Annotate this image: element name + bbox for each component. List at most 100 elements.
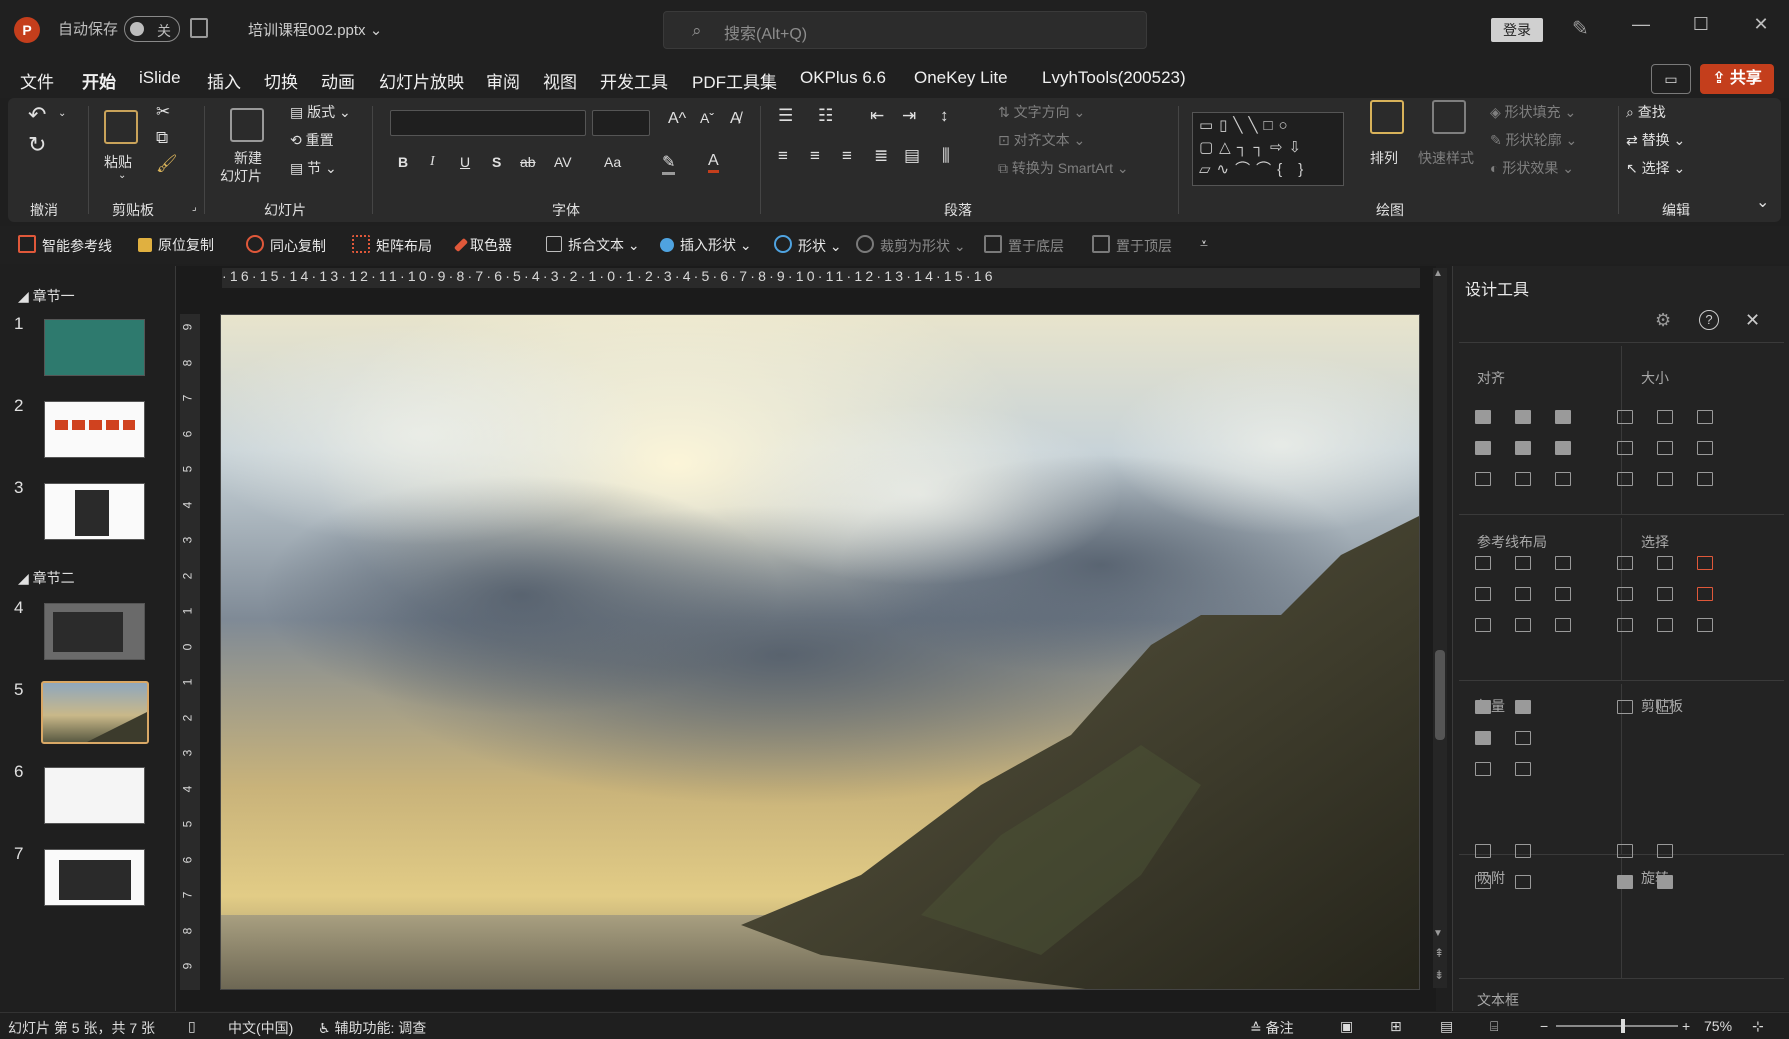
guide-tool-icon[interactable] bbox=[1515, 618, 1531, 632]
align-tool-icon[interactable] bbox=[1555, 441, 1571, 455]
rotate-tool-icon[interactable] bbox=[1617, 875, 1633, 889]
autosave-toggle[interactable]: 关 bbox=[124, 16, 180, 42]
columns-icon[interactable]: ⫼ bbox=[942, 146, 950, 166]
current-slide[interactable] bbox=[220, 314, 1420, 990]
snap-tool-icon[interactable] bbox=[1515, 844, 1531, 858]
language-indicator[interactable]: 中文(中国) bbox=[228, 1018, 293, 1038]
strikethrough-button[interactable]: ab bbox=[520, 154, 536, 170]
select-tool-icon[interactable] bbox=[1657, 618, 1673, 632]
share-button[interactable]: ⇪ 共享 bbox=[1700, 64, 1774, 94]
prev-slide-icon[interactable]: ⇞ bbox=[1434, 946, 1444, 960]
zoom-in-icon[interactable]: + bbox=[1682, 1018, 1690, 1034]
copy-icon[interactable]: ⧉ bbox=[156, 128, 168, 148]
cut-icon[interactable]: ✂ bbox=[156, 102, 170, 122]
arrange-icon[interactable] bbox=[1370, 100, 1404, 134]
tab-islide[interactable]: iSlide bbox=[139, 68, 181, 88]
guide-tool-icon[interactable] bbox=[1555, 587, 1571, 601]
snap-tool-icon[interactable] bbox=[1515, 875, 1531, 889]
font-name-input[interactable] bbox=[390, 110, 586, 136]
slide-thumbnail-4[interactable] bbox=[44, 603, 145, 660]
select-button[interactable]: ↖ 选择 ⌄ bbox=[1626, 158, 1685, 178]
toolbar-more-icon[interactable]: ⩡ bbox=[1200, 235, 1208, 252]
duplicate-in-place-button[interactable]: 原位复制 bbox=[138, 235, 214, 255]
shapes-gallery[interactable]: ▭▯╲╲□○ ▢△┐┐⇨⇩ ▱∿⌒⌒{ } bbox=[1192, 112, 1344, 186]
color-picker-button[interactable]: 取色器 bbox=[453, 235, 512, 255]
guide-tool-icon[interactable] bbox=[1515, 587, 1531, 601]
reading-view-icon[interactable]: ▤ bbox=[1440, 1018, 1453, 1035]
snap-tool-icon[interactable] bbox=[1475, 844, 1491, 858]
underline-button[interactable]: U bbox=[460, 154, 470, 170]
align-right-icon[interactable]: ≡ bbox=[842, 146, 852, 166]
document-filename[interactable]: 培训课程002.pptx ⌄ bbox=[248, 19, 382, 40]
redo-icon[interactable]: ↻ bbox=[28, 132, 46, 158]
search-input[interactable]: ⌕ 搜索(Alt+Q) bbox=[663, 11, 1147, 49]
size-tool-icon[interactable] bbox=[1657, 441, 1673, 455]
tab-view[interactable]: 视图 bbox=[543, 68, 577, 93]
format-painter-icon[interactable]: 🖌 bbox=[156, 154, 178, 174]
bold-button[interactable]: B bbox=[398, 154, 408, 170]
guide-tool-icon[interactable] bbox=[1555, 618, 1571, 632]
save-icon[interactable] bbox=[190, 18, 208, 38]
spellcheck-icon[interactable]: ▯ bbox=[188, 1018, 196, 1035]
rotate-tool-icon[interactable] bbox=[1617, 844, 1633, 858]
zoom-out-icon[interactable]: − bbox=[1540, 1018, 1548, 1034]
insert-shape-button[interactable]: 插入形状 ⌄ bbox=[660, 235, 752, 255]
help-icon[interactable]: ? bbox=[1699, 310, 1719, 330]
decrease-font-icon[interactable]: Aˇ bbox=[700, 110, 714, 126]
slide-thumbnail-7[interactable] bbox=[44, 849, 145, 906]
snap-tool-icon[interactable] bbox=[1475, 875, 1491, 889]
align-tool-icon[interactable] bbox=[1515, 441, 1531, 455]
crop-to-shape-button[interactable]: 裁剪为形状 ⌄ bbox=[856, 235, 966, 256]
clipboard-tool-icon[interactable] bbox=[1617, 700, 1633, 714]
section-button[interactable]: ▤ 节 ⌄ bbox=[290, 158, 337, 178]
tab-transitions[interactable]: 切换 bbox=[264, 68, 298, 93]
align-center-icon[interactable]: ≡ bbox=[810, 146, 820, 166]
slide-thumbnail-6[interactable] bbox=[44, 767, 145, 824]
normal-view-icon[interactable]: ▣ bbox=[1340, 1018, 1353, 1035]
bring-to-front-button[interactable]: 置于顶层 bbox=[1092, 235, 1172, 256]
size-tool-icon[interactable] bbox=[1617, 472, 1633, 486]
slide-thumbnail-1[interactable] bbox=[44, 319, 145, 376]
next-slide-icon[interactable]: ⇟ bbox=[1434, 968, 1444, 982]
guide-tool-icon[interactable] bbox=[1555, 556, 1571, 570]
align-tool-icon[interactable] bbox=[1515, 410, 1531, 424]
close-icon[interactable]: ✕ bbox=[1746, 14, 1776, 35]
slideshow-icon[interactable]: ⌸ bbox=[1490, 1018, 1498, 1035]
maximize-icon[interactable]: ☐ bbox=[1686, 14, 1716, 35]
notes-button[interactable]: ≙ 备注 bbox=[1250, 1018, 1294, 1038]
reset-button[interactable]: ⟲ 重置 bbox=[290, 130, 334, 150]
vertical-scrollbar[interactable] bbox=[1433, 268, 1447, 988]
smart-guides-button[interactable]: 智能参考线 bbox=[18, 235, 112, 256]
guide-tool-icon[interactable] bbox=[1475, 556, 1491, 570]
tab-slideshow[interactable]: 幻灯片放映 bbox=[379, 68, 464, 93]
italic-button[interactable]: I bbox=[430, 154, 435, 170]
shape-effects-button[interactable]: ◐ 形状效果 ⌄ bbox=[1490, 158, 1574, 178]
clipboard-tool-icon[interactable] bbox=[1657, 700, 1673, 714]
scrollbar-thumb[interactable] bbox=[1435, 650, 1445, 740]
vector-tool-icon[interactable] bbox=[1475, 762, 1491, 776]
select-tool-icon[interactable] bbox=[1697, 618, 1713, 632]
replace-button[interactable]: ⇄ 替换 ⌄ bbox=[1626, 130, 1685, 150]
send-to-back-button[interactable]: 置于底层 bbox=[984, 235, 1064, 256]
select-tool-icon[interactable] bbox=[1617, 556, 1633, 570]
new-slide-label-1[interactable]: 新建 bbox=[234, 148, 262, 168]
vector-tool-icon[interactable] bbox=[1515, 700, 1531, 714]
pen-icon[interactable]: ✎ bbox=[1572, 16, 1589, 41]
justify-icon[interactable]: ≣ bbox=[874, 146, 888, 166]
clear-format-icon[interactable]: A̸ bbox=[730, 110, 741, 128]
align-tool-icon[interactable] bbox=[1475, 410, 1491, 424]
rotate-tool-icon[interactable] bbox=[1657, 844, 1673, 858]
size-tool-icon[interactable] bbox=[1657, 410, 1673, 424]
vector-tool-icon[interactable] bbox=[1515, 762, 1531, 776]
section-header[interactable]: ◢ 章节二 bbox=[18, 568, 75, 588]
undo-dropdown-icon[interactable]: ⌄ bbox=[58, 108, 66, 119]
bullets-icon[interactable]: ☰ bbox=[778, 106, 793, 126]
layout-button[interactable]: ▤ 版式 ⌄ bbox=[290, 102, 351, 122]
distributed-icon[interactable]: ▤ bbox=[904, 146, 920, 166]
increase-font-icon[interactable]: A^ bbox=[668, 110, 686, 128]
login-button[interactable]: 登录 bbox=[1491, 18, 1543, 42]
slide-thumbnail-3[interactable] bbox=[44, 483, 145, 540]
size-tool-icon[interactable] bbox=[1697, 472, 1713, 486]
new-slide-label-2[interactable]: 幻灯片 bbox=[220, 166, 262, 186]
slide-thumbnail-2[interactable] bbox=[44, 401, 145, 458]
